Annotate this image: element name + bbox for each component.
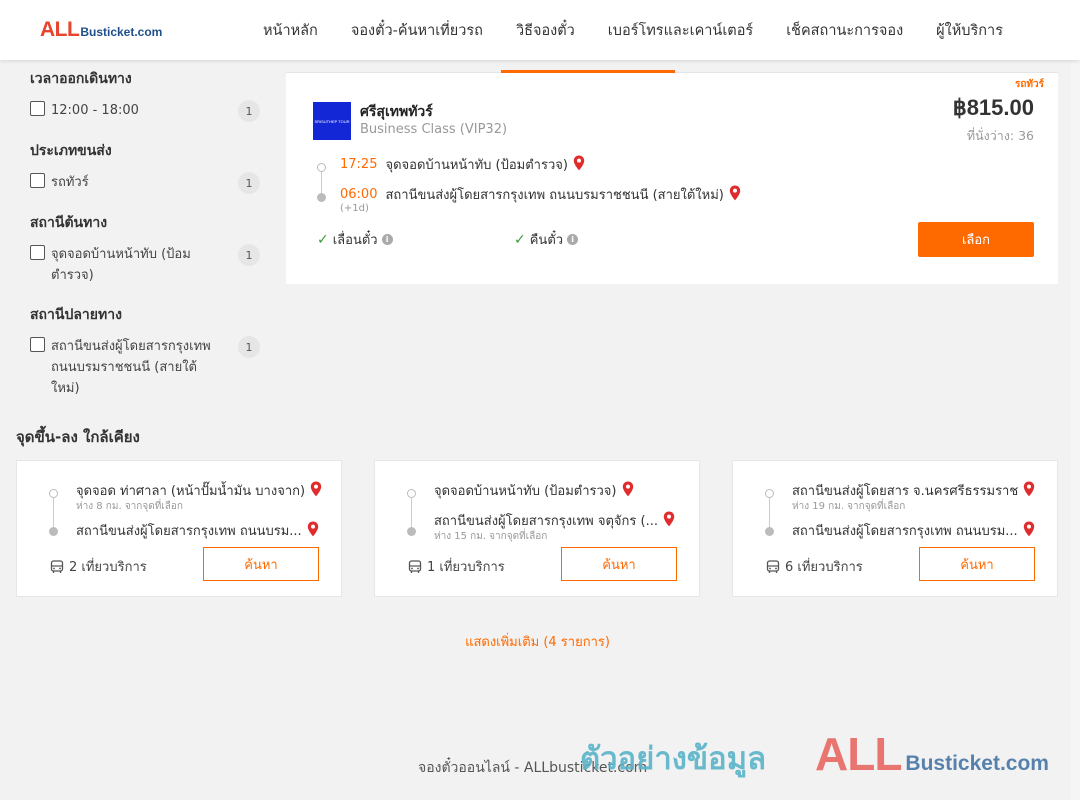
map-pin-icon[interactable] [729,185,741,205]
bus-icon [408,559,422,573]
map-pin-icon[interactable] [1023,481,1035,501]
nav-check-booking[interactable]: เช็คสถานะการจอง [786,19,903,42]
arrive-stop-name: สถานีขนส่งผู้โดยสารกรุงเทพ ถนนบรมราชชนนี… [385,188,724,203]
map-pin-icon[interactable] [310,481,322,501]
filter-title-departure-time: เวลาออกเดินทาง [30,71,132,87]
operator-name: ศรีสุเทพทัวร์ [360,104,433,120]
info-icon[interactable]: i [381,234,393,245]
checkbox[interactable] [30,245,45,260]
destination-dot [317,193,326,202]
nearby-search-button[interactable]: ค้นหา [203,547,319,581]
arrive-stop: 06:00 สถานีขนส่งผู้โดยสารกรุงเทพ ถนนบรมร… [340,184,741,205]
filter-option-destination[interactable]: สถานีขนส่งผู้โดยสารกรุงเทพ ถนนบรมราชชนนี… [30,336,260,399]
nearby-from: จุดจอด ท่าศาลา (หน้าปั๊มน้ำมัน บางจาก) [76,480,331,501]
checkbox[interactable] [30,337,45,352]
checkbox[interactable] [30,173,45,188]
map-pin-icon[interactable] [1023,521,1035,541]
nearby-distance: ห่าง 8 กม. จากจุดที่เลือก [76,501,183,512]
nav-home[interactable]: หน้าหลัก [263,19,318,42]
count-badge: 1 [238,172,260,194]
nearby-trip-count: 2 เที่ยวบริการ [50,556,147,577]
trip-card: รถทัวร์ SRISUTHEP TOUR ศรีสุเทพทัวร์ Bus… [286,73,1058,284]
nearby-to: สถานีขนส่งผู้โดยสารกรุงเทพ ถนนบรม... [792,520,1047,541]
filter-title-transport-type: ประเภทขนส่ง [30,143,112,159]
filter-option-label: จุดจอดบ้านหน้าทับ (ป้อมตำรวจ) [51,247,191,283]
nav-phone-counters[interactable]: เบอร์โทรและเคาน์เตอร์ [608,19,753,42]
count-badge: 1 [238,336,260,358]
logo-busticket: Busticket.com [80,25,163,39]
watermark-logo: ALL Busticket.com [815,728,1049,780]
filter-sidebar: เวลาออกเดินทาง 12:00 - 18:00 1 ประเภทขนส… [30,68,260,417]
main-nav: หน้าหลัก จองตั๋ว-ค้นหาเที่ยวรถ วิธีจองตั… [263,0,1036,60]
nearby-trip-count: 1 เที่ยวบริการ [408,556,505,577]
site-logo[interactable]: ALL Busticket.com [40,18,162,42]
nearby-card: จุดจอดบ้านหน้าทับ (ป้อมตำรวจ) สถานีขนส่ง… [374,460,700,597]
seats-available: ที่นั่งว่าง: 36 [966,128,1034,143]
filter-option-label: รถทัวร์ [51,175,89,190]
check-icon: ✓ [317,231,329,248]
nearby-distance: ห่าง 15 กม. จากจุดที่เลือก [434,531,548,542]
perk-label: เลื่อนตั๋ว [332,233,378,248]
map-pin-icon[interactable] [663,511,675,531]
info-icon[interactable]: i [567,234,579,245]
count-badge: 1 [238,100,260,122]
next-day-note: (+1d) [340,203,369,214]
top-header: ALL Busticket.com หน้าหลัก จองตั๋ว-ค้นหา… [0,0,1080,60]
nearby-distance: ห่าง 19 กม. จากจุดที่เลือก [792,501,906,512]
bus-icon [766,559,780,573]
nearby-to: สถานีขนส่งผู้โดยสารกรุงเทพ ถนนบรม... [76,520,331,541]
bus-icon [50,559,64,573]
perk-reschedule: ✓ เลื่อนตั๋ว i [317,229,393,250]
perk-refund: ✓ คืนตั๋ว i [514,229,579,250]
origin-dot [317,163,326,172]
nearby-from: จุดจอดบ้านหน้าทับ (ป้อมตำรวจ) [434,480,689,501]
nearby-from: สถานีขนส่งผู้โดยสาร จ.นครศรีธรรมราช [792,480,1047,501]
arrive-time: 06:00 [340,187,378,202]
map-pin-icon[interactable] [622,481,634,501]
nearby-search-button[interactable]: ค้นหา [919,547,1035,581]
filter-option-label: สถานีขนส่งผู้โดยสารกรุงเทพ ถนนบรมราชชนนี… [51,339,211,396]
filter-option-origin[interactable]: จุดจอดบ้านหน้าทับ (ป้อมตำรวจ) 1 [30,244,260,286]
checkbox[interactable] [30,101,45,116]
bus-class: Business Class (VIP32) [360,122,508,137]
page-scrollbar[interactable] [1071,0,1080,800]
filter-title-origin: สถานีต้นทาง [30,215,108,231]
map-pin-icon[interactable] [307,521,319,541]
filter-option-transport[interactable]: รถทัวร์ 1 [30,172,260,194]
nearby-card: สถานีขนส่งผู้โดยสาร จ.นครศรีธรรมราช ห่าง… [732,460,1058,597]
watermark-text: ตัวอย่างข้อมูล [580,741,767,777]
depart-stop: 17:25 จุดจอดบ้านหน้าทับ (ป้อมตำรวจ) [340,154,585,175]
count-badge: 1 [238,244,260,266]
nearby-card: จุดจอด ท่าศาลา (หน้าปั๊มน้ำมัน บางจาก) ห… [16,460,342,597]
check-icon: ✓ [514,231,526,248]
operator-logo: SRISUTHEP TOUR [313,102,351,140]
map-pin-icon[interactable] [573,155,585,175]
select-trip-button[interactable]: เลือก [918,222,1034,257]
transport-tag: รถทัวร์ [1014,79,1044,90]
nearby-title: จุดขึ้น-ลง ใกล้เคียง [16,428,140,446]
filter-option-time[interactable]: 12:00 - 18:00 1 [30,100,260,122]
perk-label: คืนตั๋ว [529,233,564,248]
show-more-link[interactable]: แสดงเพิ่มเติม (4 รายการ) [0,631,1075,652]
filter-option-label: 12:00 - 18:00 [51,103,139,118]
logo-all: ALL [40,18,80,41]
nearby-to: สถานีขนส่งผู้โดยสารกรุงเทพ จตุจักร (... [434,510,689,531]
nearby-trip-count: 6 เที่ยวบริการ [766,556,863,577]
depart-time: 17:25 [340,157,378,172]
nav-operators[interactable]: ผู้ให้บริการ [936,19,1003,42]
depart-stop-name: จุดจอดบ้านหน้าทับ (ป้อมตำรวจ) [385,158,568,173]
trip-price: ฿815.00 [952,95,1034,120]
filter-title-destination: สถานีปลายทาง [30,307,122,323]
nav-how-to-book[interactable]: วิธีจองตั๋ว [516,19,575,42]
nearby-search-button[interactable]: ค้นหา [561,547,677,581]
nav-book-search[interactable]: จองตั๋ว-ค้นหาเที่ยวรถ [351,19,483,42]
